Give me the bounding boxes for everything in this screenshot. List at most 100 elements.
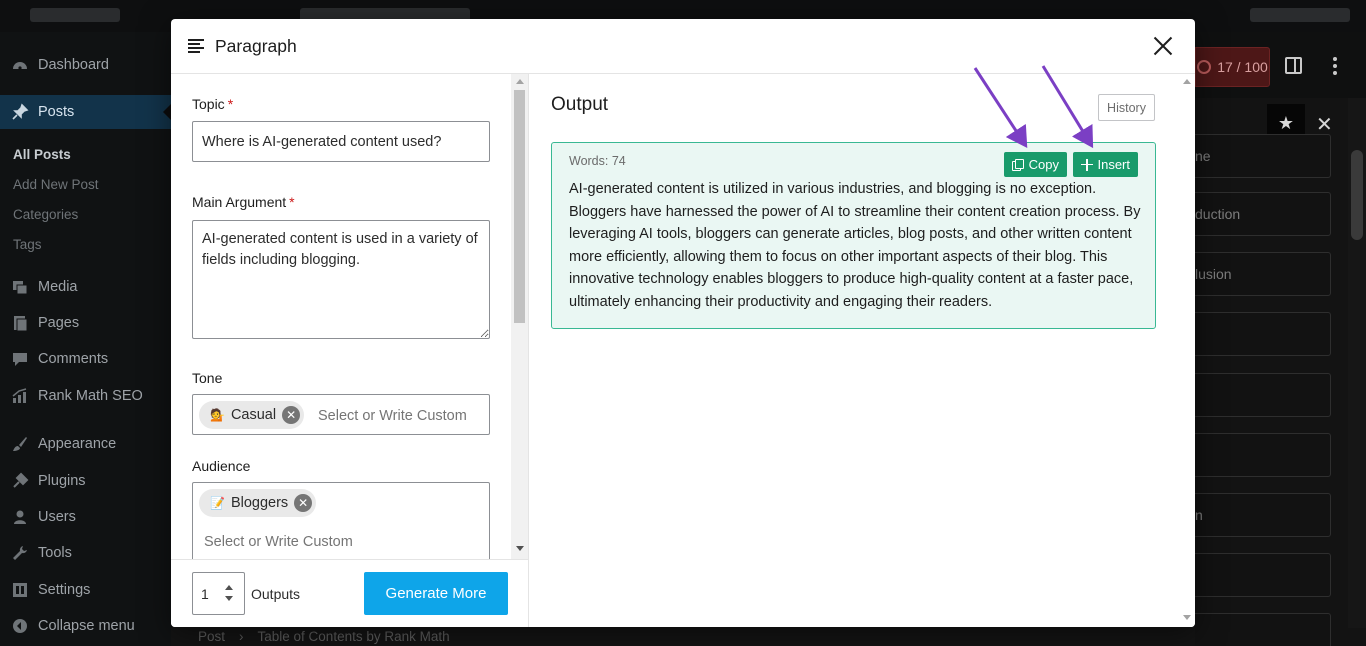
menu-item-tools[interactable]: Tools [0,536,171,570]
menu-item-media[interactable]: Media [0,270,171,304]
outputs-stepper[interactable]: 1 [192,572,245,615]
copy-button[interactable]: Copy [1004,152,1067,177]
menu-item-label: Tools [38,545,72,561]
modal-title: Paragraph [215,36,297,56]
main-argument-textarea[interactable]: AI-generated content is used in a variet… [192,220,490,339]
user-icon [10,508,30,526]
person-tipping-hand-icon: 💁 [210,408,225,422]
scroll-down-arrow-icon[interactable] [1183,615,1191,620]
menu-item-pages[interactable]: Pages [0,306,171,340]
insert-button[interactable]: Insert [1073,152,1138,177]
remove-token-icon[interactable]: ✕ [282,406,301,424]
menu-item-appearance[interactable]: Appearance [0,427,171,461]
main-argument-label-text: Main Argument [192,194,287,210]
output-pane: Output History Words: 74 Copy Insert AI-… [529,74,1195,627]
form-scrollbar[interactable] [511,74,528,559]
menu-item-label: Plugins [38,473,86,489]
breadcrumb-item[interactable]: Post [198,629,225,644]
audience-token: 📝 Bloggers ✕ [199,489,317,517]
score-icon [1197,60,1212,74]
brush-icon [10,435,30,453]
menu-item-label: Users [38,509,76,525]
menu-item-collapse[interactable]: Collapse menu [0,609,171,643]
outputs-label: Outputs [251,586,301,602]
menu-item-label: Posts [38,104,75,120]
admin-bar-blurred-item [1250,8,1350,22]
paragraph-modal: Paragraph Topic* Main Argument* AI-gener… [171,19,1195,627]
scroll-up-arrow-icon[interactable] [516,79,524,84]
side-panel-scrollbar[interactable] [1348,98,1366,628]
paragraph-icon [188,39,204,53]
seo-score-button[interactable]: 17 / 100 [1195,47,1270,87]
submenu-categories[interactable]: Categories [13,207,78,222]
required-mark: * [227,96,234,112]
menu-item-label: Appearance [38,436,117,452]
topic-input[interactable] [192,121,490,162]
submenu-all-posts[interactable]: All Posts [13,147,71,162]
pages-icon [10,314,30,332]
tone-token-field[interactable]: 💁 Casual ✕ Select or Write Custom [192,394,490,435]
seo-score-value: 17 / 100 [1217,59,1268,75]
copy-label: Copy [1028,157,1059,172]
submenu-tags[interactable]: Tags [13,237,42,252]
breadcrumb: Post › Table of Contents by Rank Math [171,627,1195,646]
menu-item-label: Pages [38,315,80,331]
menu-item-settings[interactable]: Settings [0,573,171,607]
menu-item-label: Rank Math SEO [38,388,143,404]
output-title: Output [551,94,609,115]
plus-icon [1081,158,1094,171]
scroll-up-arrow-icon[interactable] [1183,79,1191,84]
tone-input-placeholder[interactable]: Select or Write Custom [318,408,467,424]
more-options-icon[interactable] [1333,57,1337,75]
output-text: AI-generated content is utilized in vari… [569,181,1141,310]
menu-item-label: Media [38,279,78,295]
remove-token-icon[interactable]: ✕ [294,494,313,512]
spinner-arrows-icon[interactable] [224,583,234,605]
topic-label-text: Topic [192,96,225,112]
modal-header: Paragraph [171,19,1195,74]
menu-item-label: Dashboard [38,57,109,73]
form-footer: 1 Outputs Generate More [171,559,528,627]
required-mark: * [289,194,295,210]
collapse-icon [10,617,30,635]
menu-item-label: Collapse menu [38,618,135,634]
pin-icon [10,103,30,121]
history-button[interactable]: History [1098,94,1155,121]
menu-item-dashboard[interactable]: Dashboard [0,48,171,82]
scrollbar-thumb[interactable] [514,90,525,323]
settings-icon [10,581,30,599]
breadcrumb-separator: › [239,629,244,644]
menu-item-label: Settings [38,582,91,598]
generate-more-button[interactable]: Generate More [364,572,508,615]
audience-label: Audience [192,458,251,474]
scroll-down-arrow-icon[interactable] [516,546,524,551]
sidebar-toggle-icon[interactable] [1285,57,1302,74]
plug-icon [10,472,30,490]
word-count: Words: 74 [569,154,626,168]
token-label: Casual [230,407,277,423]
menu-item-users[interactable]: Users [0,500,171,534]
copy-icon [1012,158,1024,171]
menu-item-label: Comments [38,351,109,367]
comments-icon [10,350,30,368]
form-pane: Topic* Main Argument* AI-generated conte… [171,74,529,627]
tone-token: 💁 Casual ✕ [199,401,305,429]
output-scrollbar[interactable] [1179,74,1195,627]
memo-icon: 📝 [210,496,225,510]
output-card: Words: 74 Copy Insert AI-generated conte… [551,142,1156,329]
submenu-add-new-post[interactable]: Add New Post [13,177,99,192]
dashboard-icon [10,56,30,74]
scrollbar-thumb[interactable] [1351,150,1363,240]
breadcrumb-item[interactable]: Table of Contents by Rank Math [258,629,450,644]
menu-item-rank-math-seo[interactable]: Rank Math SEO [0,379,171,413]
admin-menu: Dashboard Posts All Posts Add New Post C… [0,32,171,646]
menu-item-plugins[interactable]: Plugins [0,464,171,498]
main-argument-label: Main Argument * [192,194,295,210]
audience-input-placeholder[interactable]: Select or Write Custom [204,534,353,550]
tone-label: Tone [192,370,223,386]
menu-item-comments[interactable]: Comments [0,342,171,376]
menu-item-posts[interactable]: Posts [0,95,171,129]
close-icon[interactable] [1153,36,1173,56]
rank-math-icon [10,387,30,405]
media-icon [10,278,30,296]
